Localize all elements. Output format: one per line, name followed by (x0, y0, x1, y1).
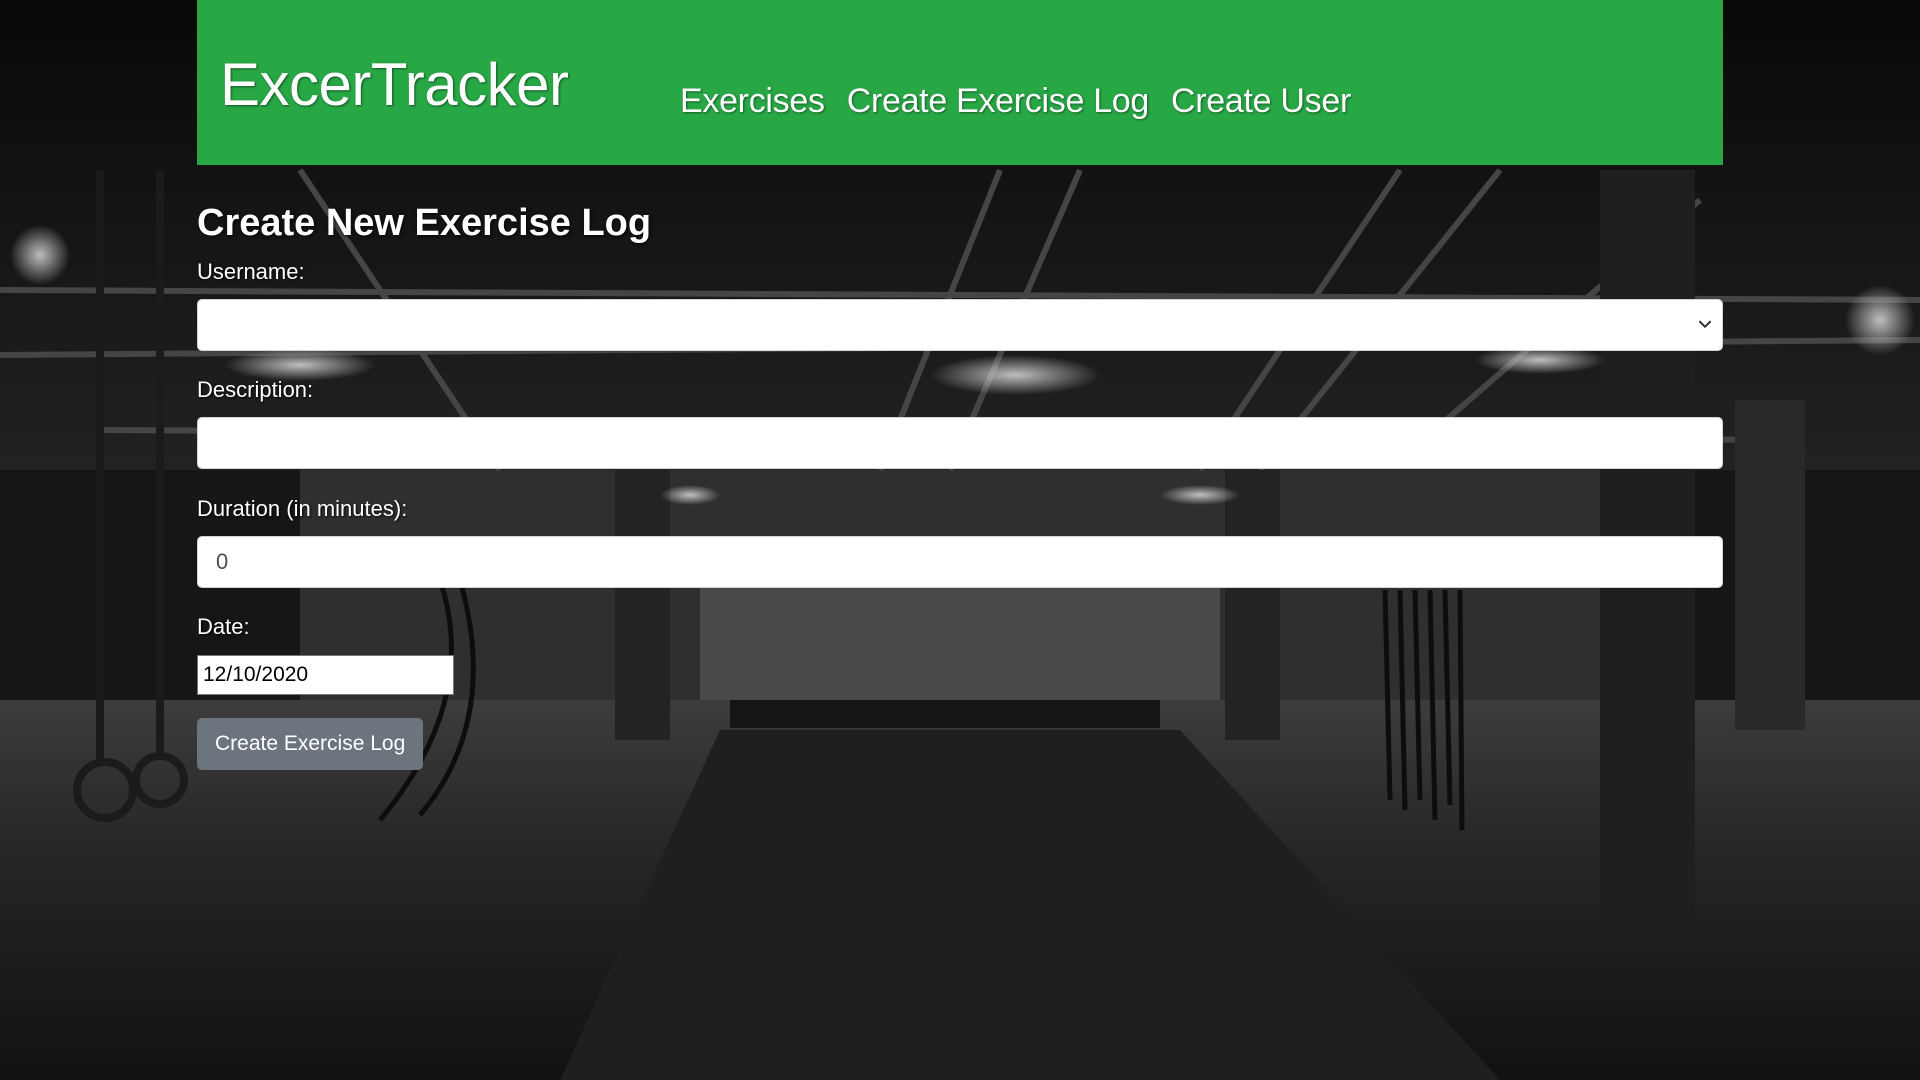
create-exercise-log-button[interactable]: Create Exercise Log (197, 718, 424, 770)
description-label: Description: (197, 377, 314, 402)
page-title: Create New Exercise Log (197, 202, 652, 244)
duration-label: Duration (in minutes): (197, 496, 408, 521)
page-container: ExcerTracker Exercises Create Exercise L… (197, 0, 1723, 770)
username-label: Username: (197, 259, 305, 284)
nav-link-create-exercise-log[interactable]: Create Exercise Log (847, 78, 1150, 124)
navbar: ExcerTracker Exercises Create Exercise L… (197, 0, 1723, 165)
duration-input[interactable]: 0 (197, 536, 1723, 588)
nav-link-exercises[interactable]: Exercises (680, 78, 825, 124)
description-input[interactable] (197, 417, 1723, 469)
nav-links: Exercises Create Exercise Log Create Use… (680, 78, 1351, 124)
date-label: Date: (197, 614, 250, 639)
nav-link-create-user[interactable]: Create User (1171, 78, 1351, 124)
chevron-down-icon (1698, 320, 1712, 328)
date-input[interactable]: 12/10/2020 (197, 655, 454, 695)
brand-link[interactable]: ExcerTracker (220, 50, 569, 120)
username-select[interactable] (197, 299, 1723, 351)
